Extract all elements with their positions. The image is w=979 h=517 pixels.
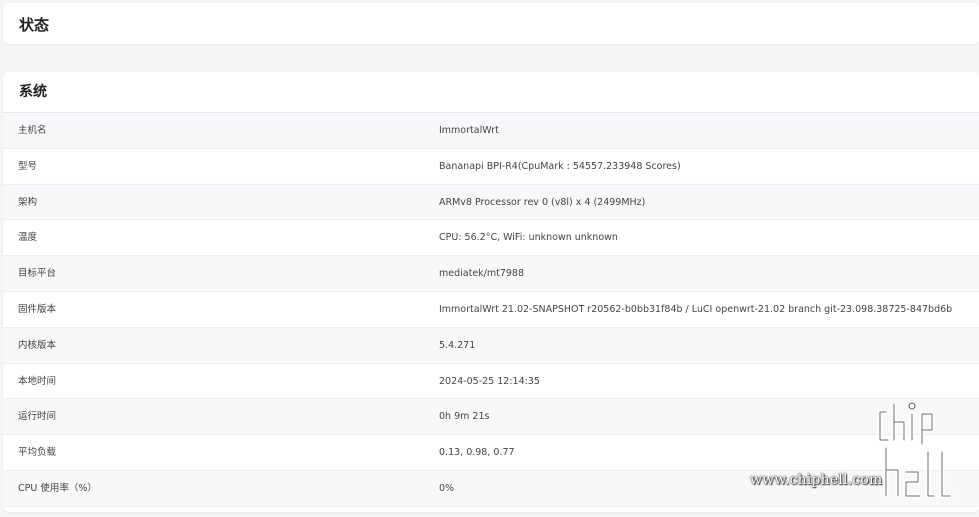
row-value: ImmortalWrt 21.02-SNAPSHOT r20562-b0bb31… xyxy=(439,303,953,315)
table-row: 主机名 ImmortalWrt xyxy=(3,113,979,149)
table-row: 温度 CPU: 56.2°C, WiFi: unknown unknown xyxy=(3,220,979,257)
row-value: ARMv8 Processor rev 0 (v8l) x 4 (2499MHz… xyxy=(439,196,646,208)
row-label: 主机名 xyxy=(18,125,47,136)
table-row: 架构 ARMv8 Processor rev 0 (v8l) x 4 (2499… xyxy=(3,184,979,221)
status-header: 状态 xyxy=(3,3,979,44)
system-section-title: 系统 xyxy=(3,72,979,113)
table-row: 固件版本 ImmortalWrt 21.02-SNAPSHOT r20562-b… xyxy=(3,291,979,328)
table-row: CPU 使用率（%） 0% xyxy=(3,470,979,507)
row-label: CPU 使用率（%） xyxy=(18,482,97,494)
row-label: 运行时间 xyxy=(18,411,57,423)
row-label: 内核版本 xyxy=(18,339,57,351)
row-value: 0h 9m 21s xyxy=(439,411,490,423)
page-title: 状态 xyxy=(19,16,50,34)
table-row: 平均负载 0.13, 0.98, 0.77 xyxy=(3,435,979,471)
row-value: 5.4.271 xyxy=(439,339,476,351)
row-label: 目标平台 xyxy=(18,268,57,280)
row-value: 0.13, 0.98, 0.77 xyxy=(439,447,515,459)
row-value: CPU: 56.2°C, WiFi: unknown unknown xyxy=(439,232,618,244)
table-row: 内核版本 5.4.271 xyxy=(3,327,979,364)
row-label: 型号 xyxy=(18,160,38,172)
table-row: 目标平台 mediatek/mt7988 xyxy=(3,256,979,292)
row-label: 温度 xyxy=(18,232,38,244)
row-value: 2024-05-25 12:14:35 xyxy=(439,375,540,387)
row-value: 0% xyxy=(439,482,455,494)
row-value: ImmortalWrt xyxy=(439,125,499,136)
system-card: 系统 主机名 ImmortalWrt 型号 Bananapi BPI-R4(Cp… xyxy=(3,72,979,512)
row-value: Bananapi BPI-R4(CpuMark : 54557.233948 S… xyxy=(439,160,681,172)
table-row: 运行时间 0h 9m 21s xyxy=(3,399,979,436)
table-row: 型号 Bananapi BPI-R4(CpuMark : 54557.23394… xyxy=(3,148,979,185)
row-label: 本地时间 xyxy=(18,375,57,387)
system-info-table: 主机名 ImmortalWrt 型号 Bananapi BPI-R4(CpuMa… xyxy=(3,113,979,507)
row-label: 平均负载 xyxy=(18,447,57,459)
row-label: 架构 xyxy=(18,196,38,208)
row-value: mediatek/mt7988 xyxy=(439,268,525,280)
row-label: 固件版本 xyxy=(18,303,57,315)
table-row: 本地时间 2024-05-25 12:14:35 xyxy=(3,363,979,400)
